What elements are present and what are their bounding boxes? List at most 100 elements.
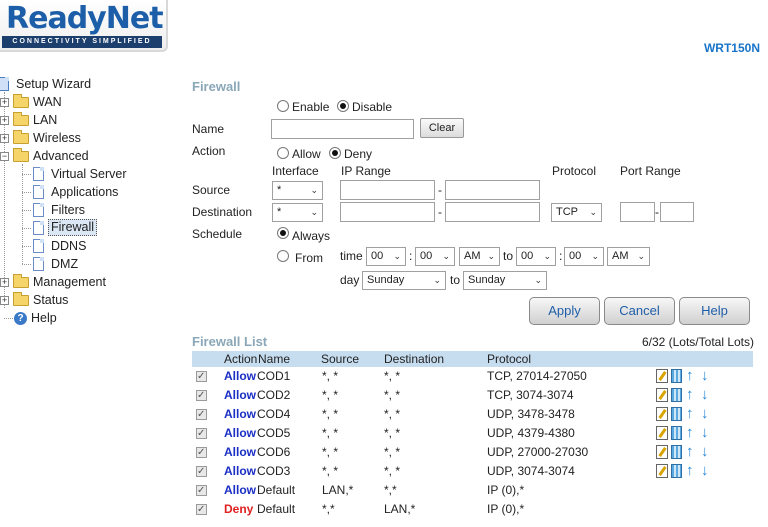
row-source: LAN,* bbox=[322, 483, 354, 497]
source-interface-select[interactable]: * ⌄ bbox=[272, 181, 323, 200]
hour-to-select[interactable]: 00 ⌄ bbox=[516, 247, 556, 266]
row-name: COD1 bbox=[257, 369, 291, 383]
time-colon: : bbox=[409, 249, 413, 263]
move-down-icon[interactable]: ↓ bbox=[701, 368, 711, 384]
folder-icon bbox=[13, 112, 29, 126]
destination-ip-start-input[interactable] bbox=[340, 202, 435, 222]
cancel-button[interactable]: Cancel bbox=[604, 297, 675, 325]
apply-button[interactable]: Apply bbox=[529, 297, 600, 325]
source-ip-dash: - bbox=[438, 183, 442, 197]
row-checkbox[interactable] bbox=[196, 424, 207, 443]
delete-icon[interactable] bbox=[671, 445, 682, 459]
table-row: AllowDefault LAN,* *,* IP (0),* bbox=[196, 481, 756, 500]
row-destination: *,* bbox=[384, 483, 397, 497]
row-action: Allow bbox=[224, 464, 256, 478]
source-ip-start-input[interactable] bbox=[340, 180, 435, 200]
destination-interface-select[interactable]: * ⌄ bbox=[272, 203, 323, 222]
row-checkbox[interactable] bbox=[196, 500, 207, 519]
row-checkbox[interactable] bbox=[196, 367, 207, 386]
row-checkbox[interactable] bbox=[196, 481, 207, 500]
always-radio[interactable] bbox=[277, 227, 289, 239]
row-checkbox[interactable] bbox=[196, 386, 207, 405]
move-down-icon[interactable]: ↓ bbox=[701, 444, 711, 460]
row-action: Allow bbox=[224, 483, 256, 497]
schedule-label: Schedule bbox=[192, 227, 243, 241]
row-source: *,* bbox=[322, 502, 335, 516]
row-destination: *, * bbox=[384, 426, 401, 440]
row-protocol: UDP, 27000-27030 bbox=[487, 445, 589, 459]
move-down-icon[interactable]: ↓ bbox=[701, 387, 711, 403]
name-input[interactable] bbox=[271, 119, 414, 139]
clear-button[interactable]: Clear bbox=[420, 118, 464, 138]
move-up-icon[interactable]: ↑ bbox=[686, 368, 696, 384]
row-destination: *, * bbox=[384, 464, 401, 478]
row-checkbox[interactable] bbox=[196, 405, 207, 424]
hour-from-select[interactable]: 00 ⌄ bbox=[366, 247, 406, 266]
edit-icon[interactable] bbox=[656, 445, 668, 459]
deny-radio[interactable] bbox=[329, 147, 341, 159]
protocol-select[interactable]: TCP ⌄ bbox=[551, 203, 602, 222]
expand-icon[interactable]: + bbox=[0, 296, 9, 305]
move-up-icon[interactable]: ↑ bbox=[686, 463, 696, 479]
move-down-icon[interactable]: ↓ bbox=[701, 425, 711, 441]
move-up-icon[interactable]: ↑ bbox=[686, 387, 696, 403]
folder-open-icon bbox=[13, 148, 29, 162]
ampm-to-select[interactable]: AM ⌄ bbox=[607, 247, 650, 266]
row-source: *, * bbox=[322, 445, 339, 459]
collapse-icon[interactable]: − bbox=[0, 152, 9, 161]
from-radio[interactable] bbox=[277, 250, 289, 262]
disable-radio[interactable] bbox=[337, 100, 349, 112]
table-row: AllowCOD5 *, * *, * UDP, 4379-4380 ↑ ↓ bbox=[196, 424, 756, 443]
always-label: Always bbox=[292, 229, 331, 243]
minute-from-select[interactable]: 00 ⌄ bbox=[415, 247, 455, 266]
edit-icon[interactable] bbox=[656, 464, 668, 478]
edit-icon[interactable] bbox=[656, 369, 668, 383]
edit-icon[interactable] bbox=[656, 407, 668, 421]
minute-to-select[interactable]: 00 ⌄ bbox=[564, 247, 604, 266]
row-source: *, * bbox=[322, 369, 339, 383]
help-button[interactable]: Help bbox=[679, 297, 750, 325]
delete-icon[interactable] bbox=[671, 464, 682, 478]
expand-icon[interactable]: + bbox=[0, 98, 9, 107]
row-name: Default bbox=[257, 502, 296, 516]
move-down-icon[interactable]: ↓ bbox=[701, 406, 711, 422]
port-start-input[interactable] bbox=[620, 202, 655, 222]
destination-ip-end-input[interactable] bbox=[445, 202, 540, 222]
name-label: Name bbox=[192, 122, 225, 136]
move-up-icon[interactable]: ↑ bbox=[686, 406, 696, 422]
move-down-icon[interactable]: ↓ bbox=[701, 463, 711, 479]
row-action: Allow bbox=[224, 445, 256, 459]
header-destination: Destination bbox=[384, 352, 445, 366]
day-to-label: to bbox=[450, 273, 461, 287]
source-ip-end-input[interactable] bbox=[445, 180, 540, 200]
move-up-icon[interactable]: ↑ bbox=[686, 425, 696, 441]
edit-icon[interactable] bbox=[656, 388, 668, 402]
move-up-icon[interactable]: ↑ bbox=[686, 444, 696, 460]
expand-icon[interactable]: + bbox=[0, 278, 9, 287]
expand-icon[interactable]: + bbox=[0, 116, 9, 125]
source-label: Source bbox=[192, 183, 231, 197]
interface-header: Interface bbox=[272, 164, 319, 178]
row-checkbox[interactable] bbox=[196, 443, 207, 462]
header-name: Name bbox=[258, 352, 291, 366]
edit-icon[interactable] bbox=[656, 426, 668, 440]
row-checkbox[interactable] bbox=[196, 462, 207, 481]
row-source: *, * bbox=[322, 407, 339, 421]
delete-icon[interactable] bbox=[671, 426, 682, 440]
expand-icon[interactable]: + bbox=[0, 134, 9, 143]
delete-icon[interactable] bbox=[671, 369, 682, 383]
enable-radio[interactable] bbox=[277, 100, 289, 112]
day-to-select[interactable]: Sunday ⌄ bbox=[463, 271, 547, 290]
row-name: Default bbox=[257, 483, 296, 497]
table-row: DenyDefault *,* LAN,* IP (0),* bbox=[196, 500, 756, 519]
delete-icon[interactable] bbox=[671, 407, 682, 421]
ampm-from-select[interactable]: AM ⌄ bbox=[459, 247, 500, 266]
day-from-select[interactable]: Sunday ⌄ bbox=[362, 271, 446, 290]
page-icon bbox=[33, 257, 44, 271]
allow-radio[interactable] bbox=[277, 147, 289, 159]
table-row: AllowCOD4 *, * *, * UDP, 3478-3478 ↑ ↓ bbox=[196, 405, 756, 424]
port-end-input[interactable] bbox=[660, 202, 694, 222]
row-name: COD5 bbox=[257, 426, 291, 440]
delete-icon[interactable] bbox=[671, 388, 682, 402]
logo-wordmark: ReadyNet bbox=[6, 1, 164, 36]
